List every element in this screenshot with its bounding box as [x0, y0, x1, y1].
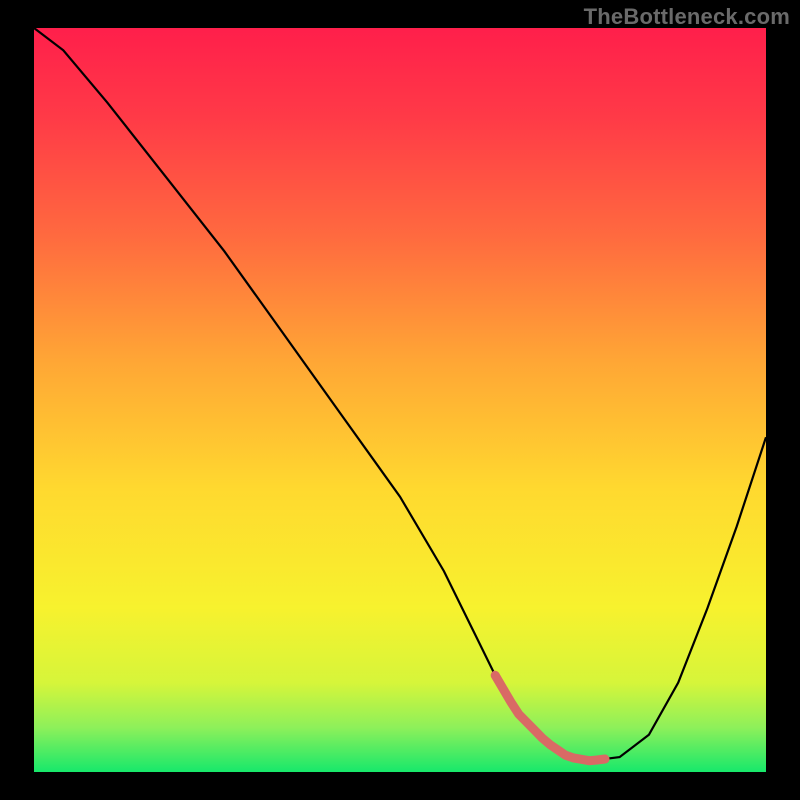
gradient-background: [34, 28, 766, 772]
bottleneck-chart: [34, 28, 766, 772]
watermark-text: TheBottleneck.com: [584, 4, 790, 30]
chart-frame: [34, 28, 766, 772]
